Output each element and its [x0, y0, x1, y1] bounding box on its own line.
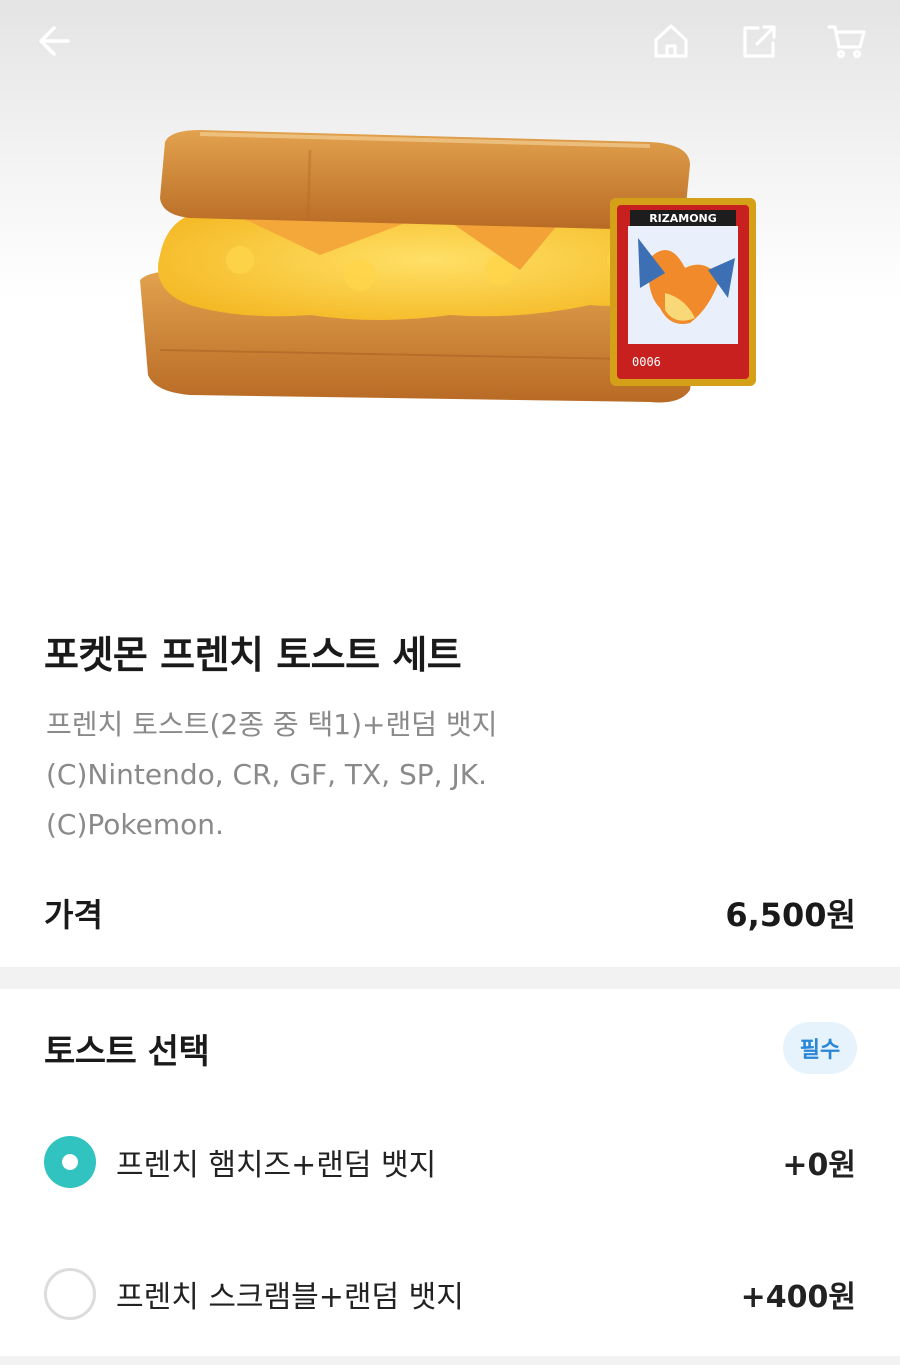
price-label: 가격	[44, 896, 103, 934]
required-badge: 필수	[783, 1022, 857, 1074]
share-icon	[738, 20, 780, 66]
home-icon	[650, 20, 692, 66]
product-image: RIZAMONG 0006	[120, 110, 780, 420]
cart-button[interactable]	[820, 16, 874, 70]
toast-option-scramble[interactable]: 프렌치 스크램블+랜덤 뱃지 +400원	[44, 1264, 856, 1324]
radio-button-unselected[interactable]	[44, 1268, 96, 1320]
option-label: 프렌치 햄치즈+랜덤 뱃지	[116, 1148, 437, 1183]
price-value: 6,500원	[725, 896, 856, 934]
option-label: 프렌치 스크램블+랜덤 뱃지	[116, 1280, 464, 1315]
home-button[interactable]	[644, 16, 698, 70]
badge-number-text: 0006	[632, 355, 661, 369]
option-price: +400원	[740, 1280, 856, 1315]
section-divider	[0, 967, 900, 989]
share-button[interactable]	[732, 16, 786, 70]
description-line: (C)Nintendo, CR, GF, TX, SP, JK.	[46, 758, 487, 791]
top-bar	[0, 0, 900, 90]
radio-button-selected[interactable]	[44, 1136, 96, 1188]
toast-option-ham-cheese[interactable]: 프렌치 햄치즈+랜덤 뱃지 +0원	[44, 1132, 856, 1192]
price-row: 가격 6,500원	[44, 888, 856, 938]
back-button[interactable]	[28, 16, 82, 70]
description-line: 프렌치 토스트(2종 중 택1)+랜덤 뱃지	[46, 708, 498, 741]
description-line: (C)Pokemon.	[46, 808, 224, 841]
option-price: +0원	[782, 1148, 856, 1183]
arrow-left-icon	[34, 20, 76, 66]
cart-icon	[826, 20, 868, 66]
bottom-divider	[0, 1356, 900, 1365]
product-description: 프렌치 토스트(2종 중 택1)+랜덤 뱃지 (C)Nintendo, CR, …	[46, 700, 866, 850]
product-title: 포켓몬 프렌치 토스트 세트	[44, 633, 462, 677]
toast-section-title: 토스트 선택	[44, 1032, 210, 1072]
radio-dot	[62, 1154, 78, 1170]
badge-brand-text: RIZAMONG	[649, 212, 717, 225]
